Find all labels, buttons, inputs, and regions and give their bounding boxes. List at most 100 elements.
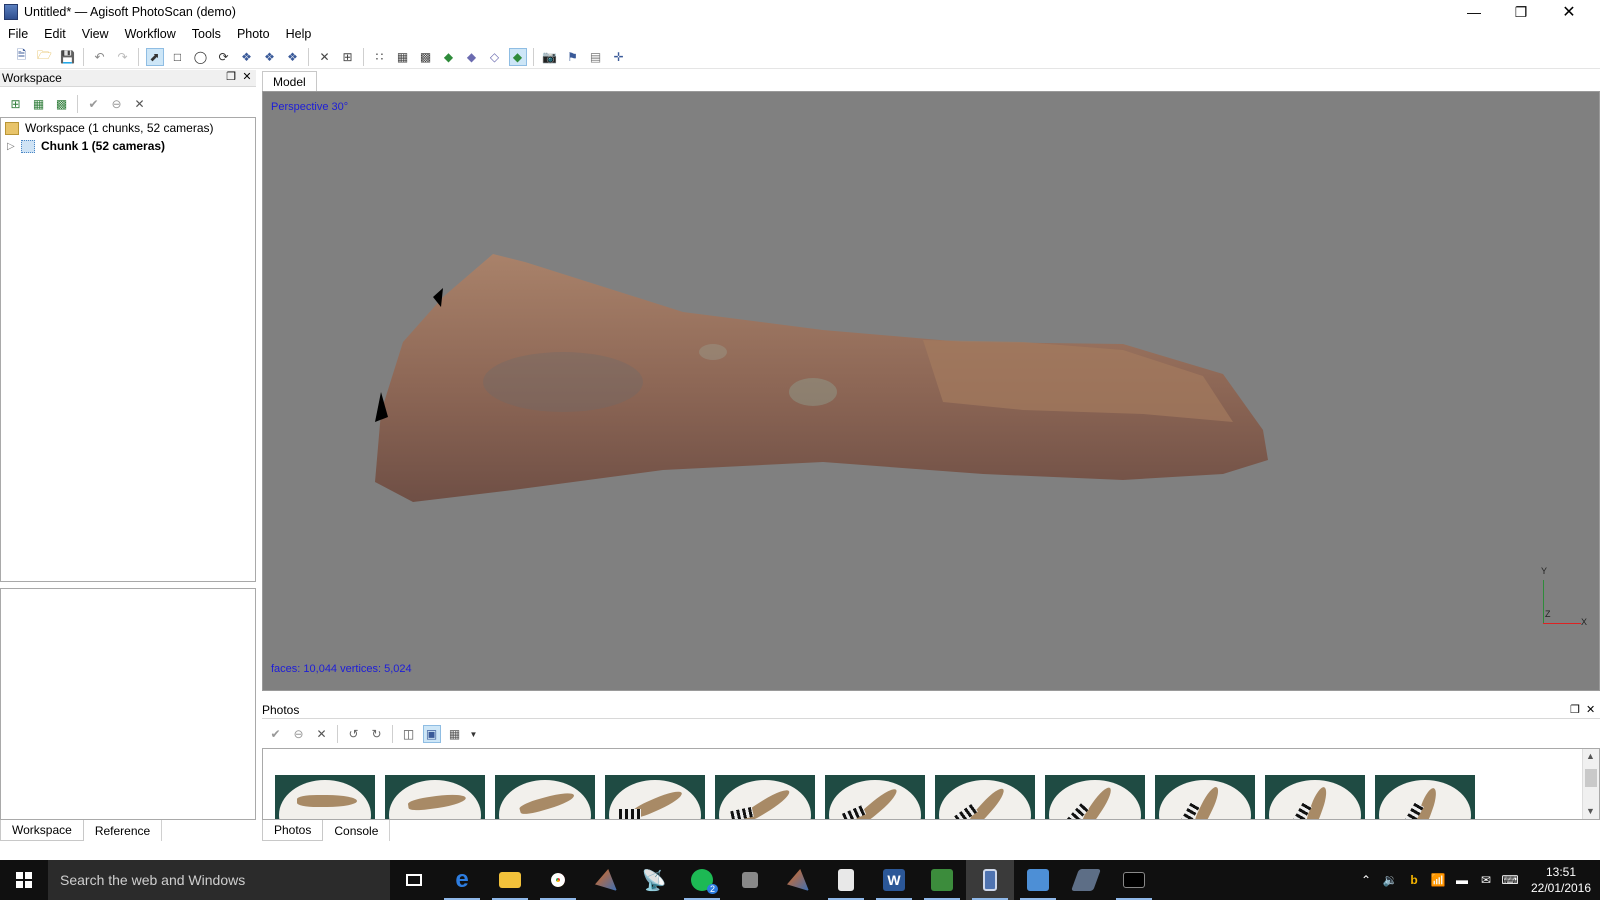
network-app-icon[interactable] [1062, 860, 1110, 900]
edge-browser-icon[interactable]: e [438, 860, 486, 900]
photo-thumbnail[interactable] [1155, 775, 1255, 819]
photo-thumbnail[interactable] [605, 775, 705, 819]
float-panel-icon[interactable]: ❐ [224, 70, 238, 83]
rotate-right-icon[interactable]: ↻ [368, 725, 386, 743]
disable-cameras-icon[interactable]: ⊖ [290, 725, 308, 743]
satellite-app-icon[interactable]: 📡 [630, 860, 678, 900]
menu-help[interactable]: Help [278, 27, 320, 41]
photo-thumbnail[interactable] [385, 775, 485, 819]
crop-selection-icon[interactable]: ⊞ [339, 48, 357, 66]
document-app-icon[interactable] [822, 860, 870, 900]
enable-cameras-icon[interactable]: ✔ [267, 725, 285, 743]
model-shaded-icon[interactable]: ◆ [440, 48, 458, 66]
file-explorer-icon[interactable] [486, 860, 534, 900]
model-textured-icon[interactable]: ◆ [508, 47, 527, 66]
photo-thumbnail[interactable] [715, 775, 815, 819]
matlab-2-icon[interactable] [774, 860, 822, 900]
photo-thumbnail[interactable] [1265, 775, 1365, 819]
notification-icon[interactable]: ✉ [1474, 873, 1498, 887]
rotate-left-icon[interactable]: ↺ [345, 725, 363, 743]
volume-icon[interactable]: 🔉 [1378, 873, 1402, 887]
taskbar-clock[interactable]: 13:51 22/01/2016 [1522, 864, 1600, 896]
show-region-icon[interactable]: ▤ [587, 48, 605, 66]
photos-scrollbar[interactable]: ▲ ▼ [1582, 749, 1599, 819]
scrollbar-thumb[interactable] [1585, 769, 1597, 787]
add-photos-icon[interactable]: ▦ [30, 95, 48, 113]
restore-button[interactable]: ❐ [1498, 0, 1544, 24]
navigation-cursor-icon[interactable]: ⬈ [145, 47, 164, 66]
reset-view-icon[interactable]: ✛ [610, 48, 628, 66]
spotify-icon[interactable]: 2 [678, 860, 726, 900]
tree-row-chunk[interactable]: ▷ Chunk 1 (52 cameras) [7, 137, 165, 155]
open-folder-icon[interactable]: 🗁 [36, 48, 54, 66]
add-folder-icon[interactable]: ▩ [53, 95, 71, 113]
keyboard-icon[interactable]: ⌨ [1498, 873, 1522, 887]
tab-reference[interactable]: Reference [84, 820, 163, 841]
close-panel-icon[interactable]: ✕ [1586, 703, 1595, 716]
photo-thumbnail[interactable] [825, 775, 925, 819]
close-panel-icon[interactable]: ✕ [240, 70, 254, 83]
tab-photos[interactable]: Photos [262, 820, 324, 841]
float-panel-icon[interactable]: ❐ [1570, 703, 1580, 716]
delete-selection-icon[interactable]: ✕ [316, 48, 334, 66]
reset-filter-icon[interactable]: ▣ [422, 725, 441, 743]
photo-thumbnail[interactable] [1375, 775, 1475, 819]
matlab-icon[interactable] [582, 860, 630, 900]
battery-icon[interactable]: ▬ [1450, 873, 1474, 887]
menu-view[interactable]: View [74, 27, 117, 41]
menu-tools[interactable]: Tools [184, 27, 229, 41]
remove-cameras-icon[interactable]: ✕ [313, 725, 331, 743]
menu-workflow[interactable]: Workflow [117, 27, 184, 41]
menu-file[interactable]: File [0, 27, 36, 41]
photo-thumbnail[interactable] [935, 775, 1035, 819]
rotate-region-icon[interactable]: ❖ [284, 48, 302, 66]
undo-icon[interactable]: ↶ [91, 48, 109, 66]
move-region-icon[interactable]: ❖ [238, 48, 256, 66]
word-icon[interactable]: W [870, 860, 918, 900]
model-wireframe-icon[interactable]: ◇ [486, 48, 504, 66]
photo-thumbnail[interactable] [275, 775, 375, 819]
menu-photo[interactable]: Photo [229, 27, 278, 41]
show-markers-icon[interactable]: ⚑ [564, 48, 582, 66]
dense-cloud-icon[interactable]: ▦ [394, 48, 412, 66]
photo-thumbnail[interactable] [495, 775, 595, 819]
app-window-icon[interactable] [726, 860, 774, 900]
taskbar-search-box[interactable]: Search the web and Windows [48, 860, 390, 900]
filter-cameras-icon[interactable]: ◫ [400, 725, 418, 743]
disable-cameras-icon[interactable]: ⊖ [108, 95, 126, 113]
save-icon[interactable]: 💾 [59, 48, 77, 66]
tree-row-workspace[interactable]: Workspace (1 chunks, 52 cameras) [5, 119, 214, 137]
chevron-up-icon[interactable]: ⌃ [1354, 873, 1378, 887]
photoscan-taskbar-icon[interactable] [966, 860, 1014, 900]
spreadsheet-app-icon[interactable] [918, 860, 966, 900]
point-cloud-icon[interactable]: ∷ [371, 48, 389, 66]
dense-cloud-classes-icon[interactable]: ▩ [417, 48, 435, 66]
scroll-down-icon[interactable]: ▼ [1586, 806, 1595, 816]
chrome-icon[interactable] [534, 860, 582, 900]
expand-chevron-icon[interactable]: ▷ [7, 141, 21, 152]
tab-console[interactable]: Console [323, 820, 391, 841]
rectangle-selection-icon[interactable]: □ [169, 48, 187, 66]
free-form-selection-icon[interactable]: ⟳ [215, 48, 233, 66]
remove-items-icon[interactable]: ✕ [131, 95, 149, 113]
add-chunk-icon[interactable]: ⊞ [7, 95, 25, 113]
chevron-down-icon[interactable]: ▼ [469, 725, 479, 743]
model-solid-icon[interactable]: ◆ [463, 48, 481, 66]
circle-selection-icon[interactable]: ◯ [192, 48, 210, 66]
redo-icon[interactable]: ↷ [114, 48, 132, 66]
enable-cameras-icon[interactable]: ✔ [85, 95, 103, 113]
bing-icon[interactable]: b [1402, 873, 1426, 887]
menu-edit[interactable]: Edit [36, 27, 74, 41]
photo-thumbnail[interactable] [1045, 775, 1145, 819]
network-icon[interactable]: 📶 [1426, 873, 1450, 887]
minimize-button[interactable]: — [1451, 0, 1497, 24]
resize-region-icon[interactable]: ❖ [261, 48, 279, 66]
tab-model[interactable]: Model [262, 71, 317, 91]
new-document-icon[interactable]: 🗎 [13, 48, 31, 66]
scroll-up-icon[interactable]: ▲ [1586, 751, 1595, 761]
start-button[interactable] [0, 860, 48, 900]
task-view-icon[interactable] [390, 860, 438, 900]
show-cameras-icon[interactable]: 📷 [541, 48, 559, 66]
close-window-button[interactable]: ✕ [1546, 0, 1592, 24]
tab-workspace[interactable]: Workspace [0, 820, 84, 841]
